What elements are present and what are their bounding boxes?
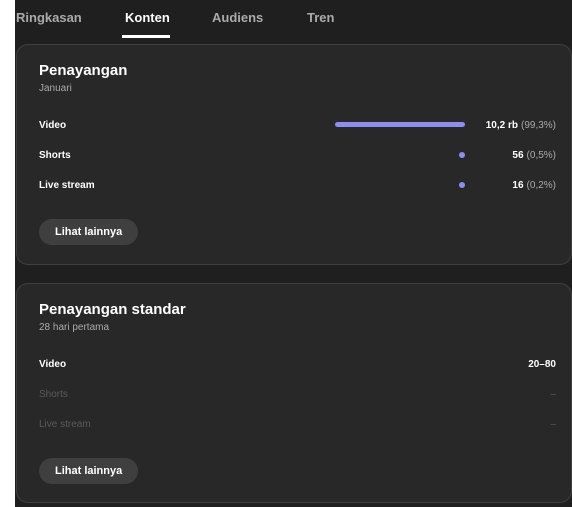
row-label: Live stream <box>39 419 91 430</box>
tab-tren[interactable]: Tren <box>307 10 334 25</box>
standard-views-card: Penayangan standar 28 hari pertama Video… <box>16 283 572 503</box>
row-percent: (0,5%) <box>526 150 556 161</box>
tab-audiens[interactable]: Audiens <box>212 10 263 25</box>
see-more-button[interactable]: Lihat lainnya <box>39 458 139 484</box>
tab-konten[interactable]: Konten <box>125 10 170 25</box>
views-card: Penayangan Januari Video 10,2 rb (99,3%) … <box>16 44 572 265</box>
row-value: 10,2 rb (99,3%) <box>486 120 556 131</box>
row-value: – <box>550 419 556 430</box>
row-count: 16 <box>512 180 524 191</box>
row-value: 20–80 <box>528 359 556 370</box>
row-value: – <box>550 389 556 400</box>
row-value: 16 (0,2%) <box>512 180 556 191</box>
row-percent: (99,3%) <box>520 120 556 131</box>
row-value: 56 (0,5%) <box>512 150 556 161</box>
views-card-title: Penayangan <box>39 62 128 79</box>
row-label: Video <box>39 120 67 131</box>
row-count: 56 <box>512 150 524 161</box>
row-label: Shorts <box>39 150 71 161</box>
share-bar <box>459 152 465 158</box>
row-label: Live stream <box>39 180 95 191</box>
tab-bar: Ringkasan Konten Audiens Tren <box>15 0 572 38</box>
standard-views-card-subtitle: 28 hari pertama <box>39 322 110 333</box>
standard-views-card-title: Penayangan standar <box>39 301 186 318</box>
analytics-content-panel: Ringkasan Konten Audiens Tren Penayangan… <box>15 0 572 507</box>
share-bar <box>335 122 465 127</box>
active-tab-indicator <box>122 35 170 38</box>
tab-ringkasan[interactable]: Ringkasan <box>16 10 82 25</box>
row-percent: (0,2%) <box>526 180 556 191</box>
share-bar <box>459 182 465 188</box>
see-more-button[interactable]: Lihat lainnya <box>39 219 139 245</box>
row-label: Video <box>39 359 67 370</box>
views-card-subtitle: Januari <box>39 83 72 94</box>
row-count: 20–80 <box>528 359 556 370</box>
row-count: 10,2 rb <box>485 120 518 131</box>
row-label: Shorts <box>39 389 68 400</box>
